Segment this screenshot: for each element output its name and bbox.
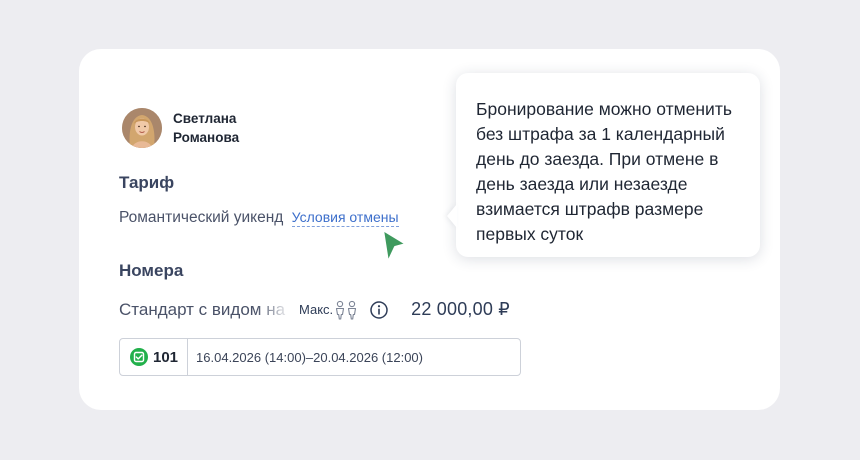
person-icon	[348, 300, 357, 320]
pointer-cursor-icon	[379, 226, 411, 271]
tariff-name: Романтический уикенд	[119, 209, 284, 226]
booking-dates: 16.04.2026 (14:00)–20.04.2026 (12:00)	[196, 349, 423, 365]
check-square-icon	[130, 348, 148, 366]
user-info: Светлана Романова	[122, 108, 239, 148]
tariff-row: Романтический уикенд Условия отмены	[119, 209, 399, 227]
room-price: 22 000,00 ₽	[411, 299, 510, 319]
cancellation-tooltip: Бронирование можно отменить без штрафа з…	[447, 73, 760, 257]
user-name: Светлана Романова	[173, 111, 240, 145]
avatar	[122, 108, 162, 148]
tooltip-arrow	[447, 204, 457, 228]
room-badge[interactable]: 101	[120, 339, 189, 375]
max-guests-icons	[334, 300, 358, 320]
room-number: 101	[153, 348, 179, 366]
person-icon	[336, 300, 345, 320]
rooms-heading: Номера	[119, 261, 184, 280]
info-icon[interactable]	[369, 300, 389, 320]
tooltip-text: Бронирование можно отменить без штрафа з…	[476, 99, 732, 244]
tariff-heading: Тариф	[119, 173, 175, 192]
room-name: Стандарт с видом на море	[119, 299, 291, 319]
cancellation-terms-link[interactable]: Условия отмены	[291, 209, 399, 227]
max-guests-label: Макс.	[299, 302, 334, 317]
room-booking-field[interactable]: 101 16.04.2026 (14:00)–20.04.2026 (12:00…	[119, 338, 521, 376]
room-row: Стандарт с видом на море Макс. 22 000,00…	[119, 299, 510, 320]
